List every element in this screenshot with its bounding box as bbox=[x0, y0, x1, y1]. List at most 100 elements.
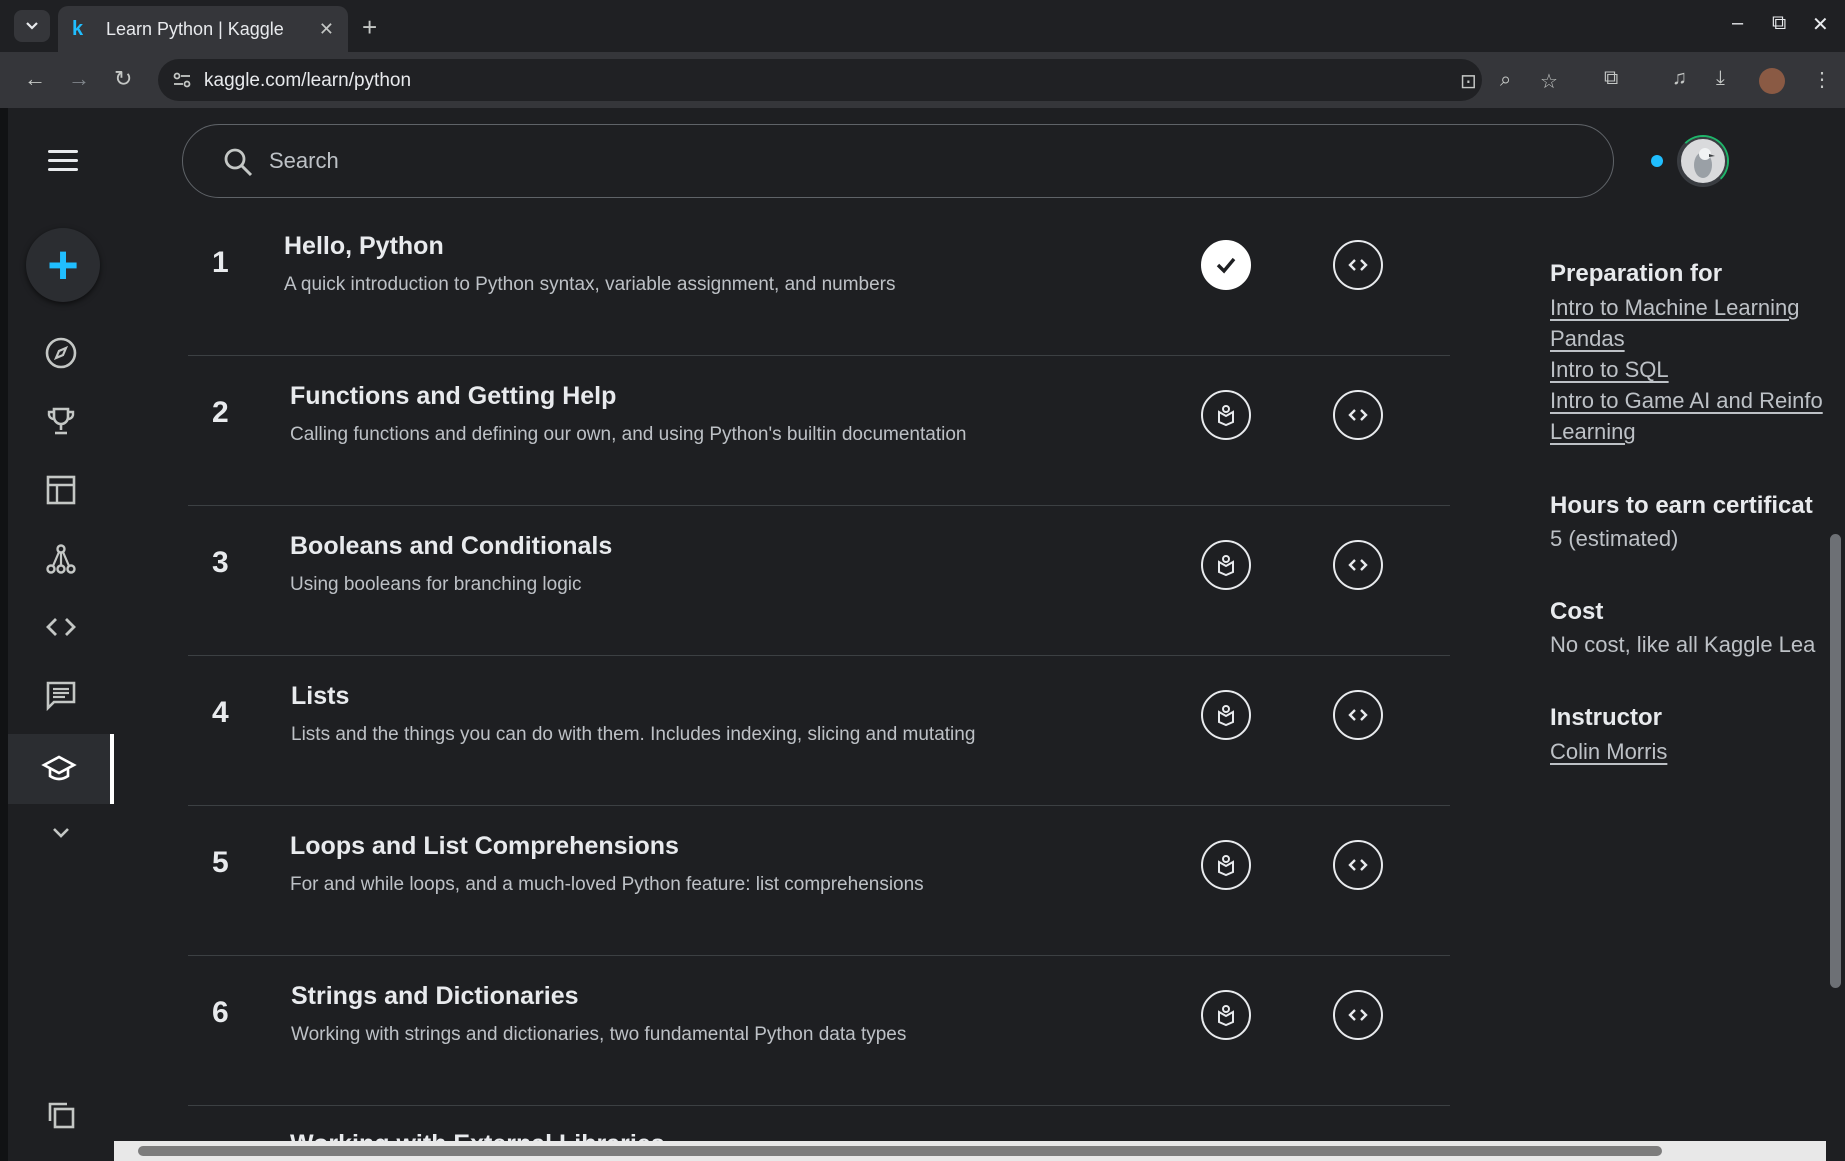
preparation-heading: Preparation for bbox=[1550, 260, 1723, 287]
window-restore-button[interactable]: ⧉ bbox=[1772, 12, 1786, 35]
nav-code[interactable] bbox=[8, 597, 114, 657]
horizontal-scrollbar[interactable] bbox=[114, 1141, 1826, 1161]
tutorial-book-icon bbox=[1218, 855, 1234, 877]
tab-search-button[interactable] bbox=[14, 10, 50, 42]
window-minimize-button[interactable]: – bbox=[1732, 12, 1743, 35]
lesson-tutorial-button[interactable] bbox=[1201, 540, 1251, 590]
tutorial-book-icon bbox=[1218, 405, 1234, 427]
forward-arrow-icon[interactable]: → bbox=[68, 66, 90, 92]
lesson-number: 1 bbox=[212, 246, 229, 279]
prep-link-intro-ml[interactable]: Intro to Machine Learning bbox=[1550, 292, 1800, 323]
search-input[interactable] bbox=[269, 141, 1569, 181]
notification-dot[interactable] bbox=[1651, 155, 1663, 167]
nav-competitions[interactable] bbox=[8, 391, 114, 451]
lesson-number: 2 bbox=[212, 396, 229, 429]
lesson-number: 5 bbox=[212, 846, 229, 879]
lesson-row[interactable]: 5 Loops and List Comprehensions For and … bbox=[188, 806, 1450, 956]
lesson-exercise-button[interactable] bbox=[1333, 990, 1383, 1040]
nav-your-work[interactable] bbox=[8, 1085, 114, 1145]
nav-datasets[interactable] bbox=[8, 460, 114, 520]
bookmark-star-icon[interactable]: ☆ bbox=[1540, 69, 1558, 94]
lesson-exercise-button[interactable] bbox=[1333, 240, 1383, 290]
nav-competitions-explore[interactable] bbox=[8, 323, 114, 383]
lesson-tutorial-button[interactable] bbox=[1201, 990, 1251, 1040]
instructor-link[interactable]: Colin Morris bbox=[1550, 736, 1667, 767]
back-arrow-icon[interactable]: ← bbox=[24, 66, 46, 92]
extensions-icon[interactable]: ⧉ bbox=[1604, 67, 1618, 90]
reload-icon[interactable]: ↻ bbox=[114, 66, 132, 92]
prep-link-intro-sql[interactable]: Intro to SQL bbox=[1550, 354, 1669, 385]
hours-heading: Hours to earn certificat bbox=[1550, 492, 1813, 519]
browser-profile-avatar[interactable] bbox=[1759, 68, 1785, 94]
kaggle-sidenav: + bbox=[8, 108, 114, 1161]
lesson-complete-button[interactable] bbox=[1201, 240, 1251, 290]
lesson-title[interactable]: Functions and Getting Help bbox=[290, 382, 616, 411]
horizontal-scrollbar-thumb[interactable] bbox=[138, 1146, 1662, 1156]
lesson-description: Using booleans for branching logic bbox=[290, 574, 582, 595]
lesson-exercise-button[interactable] bbox=[1333, 690, 1383, 740]
zoom-icon[interactable]: ⌕ bbox=[1500, 69, 1511, 92]
lesson-tutorial-button[interactable] bbox=[1201, 690, 1251, 740]
learn-cap-icon bbox=[41, 755, 77, 781]
nav-more[interactable] bbox=[8, 802, 114, 862]
nav-learn[interactable] bbox=[8, 734, 114, 804]
lesson-title[interactable]: Hello, Python bbox=[284, 232, 444, 261]
site-settings-icon[interactable] bbox=[170, 68, 194, 92]
downloads-icon[interactable]: ⤓ bbox=[1716, 67, 1725, 90]
lesson-title[interactable]: Lists bbox=[291, 682, 349, 711]
window-close-button[interactable]: ✕ bbox=[1812, 12, 1829, 37]
lesson-title[interactable]: Strings and Dictionaries bbox=[291, 982, 579, 1011]
prep-link-game-ai-cont[interactable]: Learning bbox=[1550, 416, 1636, 447]
prep-link-pandas[interactable]: Pandas bbox=[1550, 323, 1625, 354]
lesson-row[interactable]: 2 Functions and Getting Help Calling fun… bbox=[188, 356, 1450, 506]
discussion-icon bbox=[46, 681, 76, 712]
create-plus-icon[interactable]: + bbox=[26, 228, 100, 302]
user-avatar[interactable] bbox=[1679, 137, 1727, 185]
lesson-title[interactable]: Loops and List Comprehensions bbox=[290, 832, 679, 861]
search-bar[interactable] bbox=[182, 124, 1614, 198]
address-bar[interactable]: kaggle.com/learn/python ⊡ ⌕ ☆ bbox=[158, 59, 1558, 101]
lesson-exercise-button[interactable] bbox=[1333, 390, 1383, 440]
chevron-down-icon bbox=[53, 828, 69, 838]
code-icon bbox=[46, 618, 76, 636]
lesson-number: 3 bbox=[212, 546, 229, 579]
lesson-tutorial-button[interactable] bbox=[1201, 840, 1251, 890]
lesson-number: 6 bbox=[212, 996, 229, 1029]
lesson-title[interactable]: Booleans and Conditionals bbox=[290, 532, 612, 561]
exercise-code-icon bbox=[1348, 859, 1368, 871]
prep-link-game-ai[interactable]: Intro to Game AI and Reinfo bbox=[1550, 385, 1823, 416]
kaggle-favicon-icon: k bbox=[72, 17, 84, 40]
vertical-scrollbar[interactable] bbox=[1826, 210, 1845, 1140]
hours-value: 5 (estimated) bbox=[1550, 526, 1679, 551]
tab-title: Learn Python | Kaggle bbox=[106, 18, 284, 39]
lesson-exercise-button[interactable] bbox=[1333, 540, 1383, 590]
tab-close-icon[interactable]: ✕ bbox=[319, 19, 334, 40]
cost-heading: Cost bbox=[1550, 598, 1604, 625]
nav-models[interactable] bbox=[8, 529, 114, 589]
media-controls-icon[interactable]: ♫ bbox=[1672, 67, 1687, 90]
new-tab-button[interactable]: + bbox=[362, 12, 377, 43]
browser-toolbar: ← → ↻ kaggle.com/learn/python ⊡ ⌕ ☆ ⧉ ♫ … bbox=[0, 52, 1845, 108]
copy-icon bbox=[48, 1102, 75, 1129]
nav-discussions[interactable] bbox=[8, 665, 114, 725]
install-app-icon[interactable]: ⊡ bbox=[1460, 69, 1477, 94]
cost-value: No cost, like all Kaggle Lea bbox=[1550, 632, 1816, 657]
lesson-description: Calling functions and defining our own, … bbox=[290, 424, 967, 445]
preparation-section: Preparation for Intro to Machine Learnin… bbox=[1550, 260, 1823, 447]
vertical-scrollbar-thumb[interactable] bbox=[1830, 534, 1841, 988]
hamburger-menu-icon[interactable] bbox=[48, 150, 78, 177]
lesson-number: 4 bbox=[212, 696, 229, 729]
models-network-icon bbox=[46, 544, 76, 574]
lesson-row[interactable]: 1 Hello, Python A quick introduction to … bbox=[188, 206, 1450, 356]
hours-section: Hours to earn certificat 5 (estimated) bbox=[1550, 492, 1813, 552]
instructor-heading: Instructor bbox=[1550, 704, 1663, 731]
lesson-row[interactable]: 3 Booleans and Conditionals Using boolea… bbox=[188, 506, 1450, 656]
lesson-tutorial-button[interactable] bbox=[1201, 390, 1251, 440]
browser-tab-active[interactable]: k Learn Python | Kaggle ✕ bbox=[58, 6, 348, 52]
browser-menu-icon[interactable]: ⋮ bbox=[1812, 67, 1832, 92]
lesson-row[interactable]: 4 Lists Lists and the things you can do … bbox=[188, 656, 1450, 806]
lesson-row[interactable]: 6 Strings and Dictionaries Working with … bbox=[188, 956, 1450, 1106]
window-edge bbox=[0, 108, 8, 1161]
exercise-code-icon bbox=[1348, 1009, 1368, 1021]
lesson-exercise-button[interactable] bbox=[1333, 840, 1383, 890]
